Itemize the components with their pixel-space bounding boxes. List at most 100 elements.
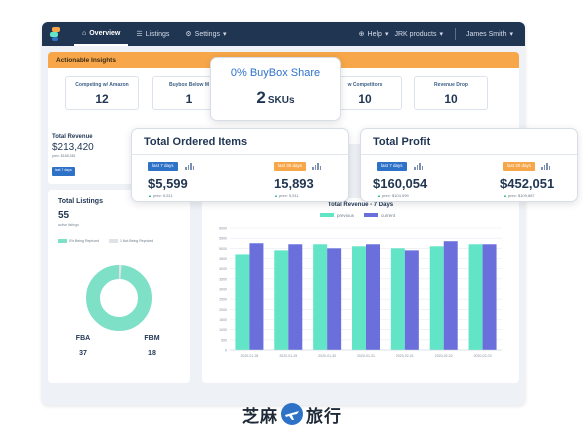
y-tick-label: 1500	[219, 318, 227, 322]
total-revenue-card: Total Revenue last 7 days $213,420 prev:…	[48, 130, 142, 184]
x-tick-label: 2020-01-29	[279, 354, 297, 358]
popup-title: Total Ordered Items	[144, 136, 248, 148]
legend-label: 1 Not Being Repriced	[119, 239, 154, 243]
bar-chart-icon[interactable]	[541, 163, 550, 170]
revenue-amount: $213,420	[52, 142, 94, 153]
insight-value: 12	[95, 92, 109, 106]
fbm-label: FBM	[144, 335, 160, 342]
help-menu[interactable]: ⊕ Help ▾	[357, 22, 391, 46]
y-tick-label: 3000	[219, 288, 227, 292]
period-pill-30d[interactable]: last 30 days	[274, 162, 307, 171]
total-listings-card: Total Listings 55 active listings 0% Bei…	[48, 190, 190, 383]
fba-value: 37	[79, 350, 87, 357]
profit-7d-value: $160,054	[373, 176, 428, 191]
y-tick-label: 3500	[219, 277, 227, 281]
legend-item[interactable]: 0% Being Repriced	[58, 239, 99, 244]
insight-card[interactable]: Revenue Drop 10	[414, 76, 488, 110]
bar-previous[interactable]	[352, 246, 366, 350]
user-label: James Smith	[466, 30, 507, 38]
nav-listings[interactable]: ☰ Listings	[128, 22, 177, 46]
legend-label: previous	[337, 213, 355, 218]
revenue-bar-chart[interactable]: previous current6000550050004500400035003…	[202, 198, 519, 383]
y-tick-label: 2000	[219, 308, 227, 312]
arrow-up-icon: ▲	[503, 193, 507, 198]
divider	[132, 154, 348, 155]
brand-logo-icon[interactable]	[50, 27, 60, 41]
legend-swatch	[108, 239, 118, 244]
user-menu[interactable]: James Smith ▾	[464, 22, 515, 46]
bar-previous[interactable]	[429, 246, 444, 350]
x-tick-label: 2020-01-28	[240, 354, 258, 358]
ordered-items-7d-prev: ▲prev: 5,511	[148, 193, 173, 198]
ordered-items-7d-value: $5,599	[148, 176, 188, 191]
buybox-share-popup[interactable]: 0% BuyBox Share 2 SKUs	[210, 57, 341, 121]
top-navbar: ⌂ Overview ☰ Listings ⚙ Settings ▾ ⊕ Hel…	[42, 22, 525, 46]
legend-swatch[interactable]	[320, 213, 334, 217]
chevron-down-icon: ▾	[509, 31, 513, 38]
nav-right: ⊕ Help ▾ JRK products ▾ James Smith ▾	[357, 22, 525, 46]
insight-label: Revenue Drop	[434, 82, 468, 88]
bar-previous[interactable]	[468, 244, 483, 350]
bar-previous[interactable]	[274, 250, 289, 350]
bar-current[interactable]	[404, 250, 419, 350]
arrow-up-icon: ▲	[148, 193, 152, 198]
profit-30d-prev: ▲prev: $109,887	[503, 193, 535, 198]
account-label: JRK products	[394, 30, 437, 38]
y-tick-label: 5000	[219, 247, 227, 251]
y-tick-label: 5500	[219, 237, 227, 241]
x-tick-label: 2020-02-01	[396, 354, 414, 358]
popup-title: 0% BuyBox Share	[230, 67, 321, 79]
bar-previous[interactable]	[313, 244, 328, 350]
legend-swatch[interactable]	[364, 213, 378, 217]
watermark-text-left: 芝麻	[242, 406, 278, 427]
sku-count: 2	[256, 88, 266, 107]
bar-current[interactable]	[482, 244, 497, 350]
period-pill-30d[interactable]: last 30 days	[503, 162, 536, 171]
insight-card[interactable]: Competing w/ Amazon 12	[65, 76, 139, 110]
airplane-logo-icon	[281, 403, 303, 425]
bar-previous[interactable]	[390, 248, 405, 350]
total-profit-popup[interactable]: Total Profit last 7 days $160,054 ▲prev:…	[360, 128, 578, 202]
prev-text: prev: 5,511	[152, 193, 173, 198]
help-label: Help	[367, 30, 382, 38]
period-pill[interactable]: last 7 days	[52, 167, 75, 176]
donut-segment-repriced[interactable]	[86, 265, 152, 331]
fbm-value: 18	[148, 350, 156, 357]
ordered-items-30d-value: 15,893	[274, 176, 314, 191]
legend-label: current	[381, 213, 396, 218]
globe-icon: ⊕	[358, 31, 365, 38]
nav-settings[interactable]: ⚙ Settings ▾	[177, 22, 234, 46]
y-tick-label: 4500	[219, 257, 227, 261]
total-ordered-items-popup[interactable]: Total Ordered Items last 7 days $5,599 ▲…	[131, 128, 349, 202]
bar-current[interactable]	[443, 241, 458, 350]
listings-count: 55	[58, 210, 70, 221]
y-tick-label: 500	[221, 338, 227, 342]
nav-overview[interactable]: ⌂ Overview	[74, 22, 129, 46]
legend-item[interactable]: 1 Not Being Repriced	[108, 239, 154, 244]
listings-donut[interactable]	[58, 262, 180, 334]
x-tick-label: 2020-01-31	[357, 354, 375, 358]
bar-current[interactable]	[366, 244, 380, 350]
insight-label: Competing w/ Amazon	[75, 82, 129, 88]
profit-30d-value: $452,051	[500, 176, 555, 191]
nav-label: Overview	[89, 29, 121, 37]
gear-icon: ⚙	[185, 31, 192, 38]
list-icon: ☰	[136, 31, 143, 38]
period-pill-7d[interactable]: last 7 days	[148, 162, 178, 171]
period-pill-7d[interactable]: last 7 days	[377, 162, 407, 171]
bar-chart-icon[interactable]	[185, 163, 194, 170]
account-menu[interactable]: JRK products ▾	[390, 22, 447, 46]
y-tick-label: 1000	[219, 328, 227, 332]
bar-current[interactable]	[288, 244, 303, 350]
chevron-down-icon: ▾	[222, 31, 227, 38]
bar-current[interactable]	[249, 243, 264, 350]
prev-text: prev: 5,511	[278, 193, 299, 198]
bar-current[interactable]	[327, 248, 342, 350]
y-tick-label: 4000	[219, 267, 227, 271]
bar-chart-icon[interactable]	[312, 163, 321, 170]
bar-chart-icon[interactable]	[414, 163, 423, 170]
fba-label: FBA	[75, 335, 91, 342]
divider	[361, 154, 577, 155]
chevron-down-icon: ▾	[384, 31, 389, 38]
bar-previous[interactable]	[235, 254, 250, 350]
